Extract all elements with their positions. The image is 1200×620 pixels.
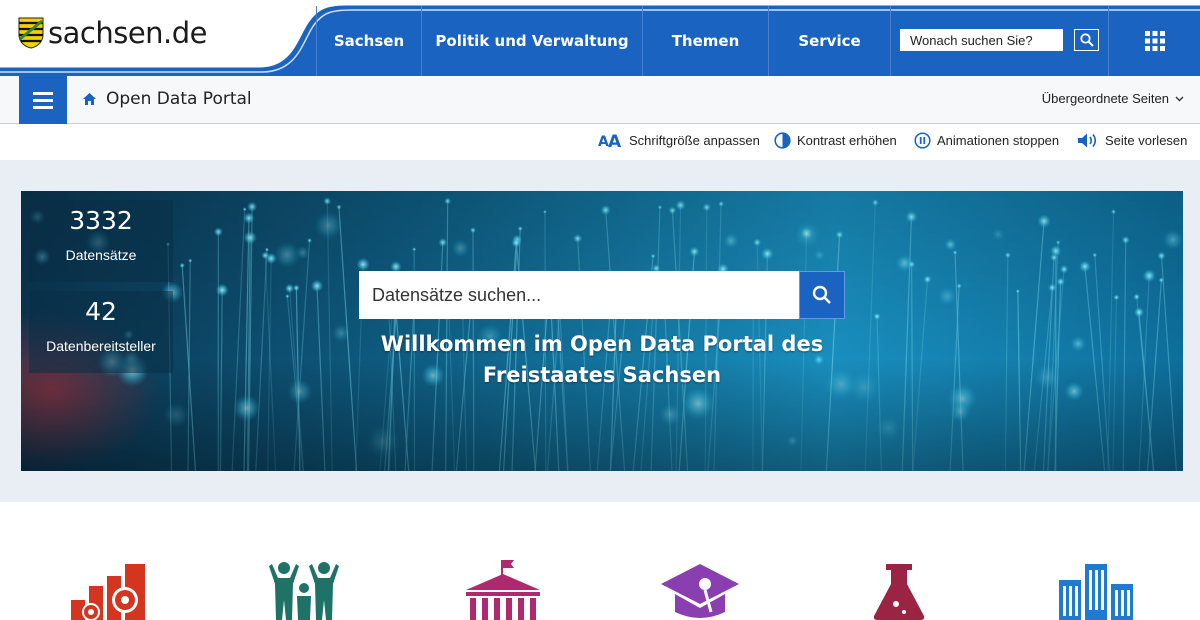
svg-text:A: A bbox=[608, 132, 622, 148]
font-size-icon: A A bbox=[598, 132, 623, 148]
stat-providers: 42 Datenbereitsteller bbox=[29, 291, 173, 373]
saxony-coat-of-arms-icon bbox=[18, 17, 44, 49]
contrast-button[interactable]: Kontrast erhöhen bbox=[774, 132, 897, 149]
welcome-line-2: Freistaates Sachsen bbox=[361, 360, 843, 391]
nav-sachsen[interactable]: Sachsen bbox=[316, 6, 421, 76]
hero-banner: 3332 Datensätze 42 Datenbereitsteller Wi… bbox=[21, 191, 1183, 471]
welcome-line-1: Willkommen im Open Data Portal des bbox=[361, 329, 843, 360]
read-aloud-label: Seite vorlesen bbox=[1105, 133, 1187, 148]
breadcrumb: Open Data Portal bbox=[82, 89, 252, 109]
hamburger-menu-button[interactable] bbox=[19, 76, 67, 124]
site-search-input[interactable] bbox=[900, 29, 1063, 51]
search-icon bbox=[1080, 33, 1094, 47]
sachsen-logo[interactable]: sachsen.de bbox=[18, 16, 207, 50]
people-icon[interactable] bbox=[264, 560, 346, 620]
site-search bbox=[890, 6, 1110, 76]
stop-animations-label: Animationen stoppen bbox=[937, 133, 1059, 148]
education-cap-icon[interactable] bbox=[659, 560, 741, 620]
search-icon bbox=[812, 285, 832, 305]
parent-pages-label: Übergeordnete Seiten bbox=[1042, 91, 1169, 106]
font-size-button[interactable]: A A Schriftgröße anpassen bbox=[598, 132, 760, 148]
government-building-icon[interactable] bbox=[462, 560, 544, 620]
nav-politik-und-verwaltung[interactable]: Politik und Verwaltung bbox=[421, 6, 642, 76]
stat-datasets: 3332 Datensätze bbox=[29, 200, 173, 282]
parent-pages-dropdown[interactable]: Übergeordnete Seiten bbox=[1042, 91, 1184, 106]
contrast-label: Kontrast erhöhen bbox=[797, 133, 897, 148]
grid-apps-icon bbox=[1145, 31, 1165, 51]
accessibility-toolbar: A A Schriftgröße anpassen Kontrast erhöh… bbox=[0, 124, 1200, 160]
stop-animations-button[interactable]: Animationen stoppen bbox=[914, 132, 1059, 149]
apps-menu-button[interactable] bbox=[1108, 6, 1200, 76]
read-aloud-button[interactable]: Seite vorlesen bbox=[1077, 132, 1187, 149]
pause-icon bbox=[914, 132, 931, 149]
nav-service[interactable]: Service bbox=[768, 6, 890, 76]
font-size-label: Schriftgröße anpassen bbox=[629, 133, 760, 148]
science-flask-icon[interactable] bbox=[858, 560, 940, 620]
hero-section: 3332 Datensätze 42 Datenbereitsteller Wi… bbox=[0, 160, 1200, 502]
stat-providers-value: 42 bbox=[29, 297, 173, 326]
page-title: Open Data Portal bbox=[106, 89, 252, 109]
dataset-search-button[interactable] bbox=[799, 271, 845, 319]
site-search-button[interactable] bbox=[1074, 29, 1099, 51]
stat-datasets-label: Datensätze bbox=[29, 247, 173, 263]
economy-gears-icon[interactable] bbox=[67, 560, 149, 620]
nav-themen[interactable]: Themen bbox=[642, 6, 768, 76]
home-icon[interactable] bbox=[82, 92, 97, 106]
stat-providers-label: Datenbereitsteller bbox=[29, 338, 173, 354]
logo-text: sachsen.de bbox=[48, 16, 207, 50]
breadcrumb-bar: Open Data Portal Übergeordnete Seiten bbox=[0, 76, 1200, 124]
category-tiles bbox=[0, 502, 1200, 616]
dataset-search bbox=[359, 271, 845, 319]
chevron-down-icon bbox=[1175, 96, 1184, 102]
speaker-icon bbox=[1077, 132, 1099, 149]
welcome-heading: Willkommen im Open Data Portal des Freis… bbox=[361, 329, 843, 391]
contrast-icon bbox=[774, 132, 791, 149]
site-header: sachsen.de Sachsen Politik und Verwaltun… bbox=[0, 0, 1200, 76]
city-buildings-icon[interactable] bbox=[1055, 560, 1137, 620]
main-navigation: Sachsen Politik und Verwaltung Themen Se… bbox=[316, 6, 890, 76]
stat-datasets-value: 3332 bbox=[29, 206, 173, 235]
dataset-search-input[interactable] bbox=[359, 271, 799, 319]
